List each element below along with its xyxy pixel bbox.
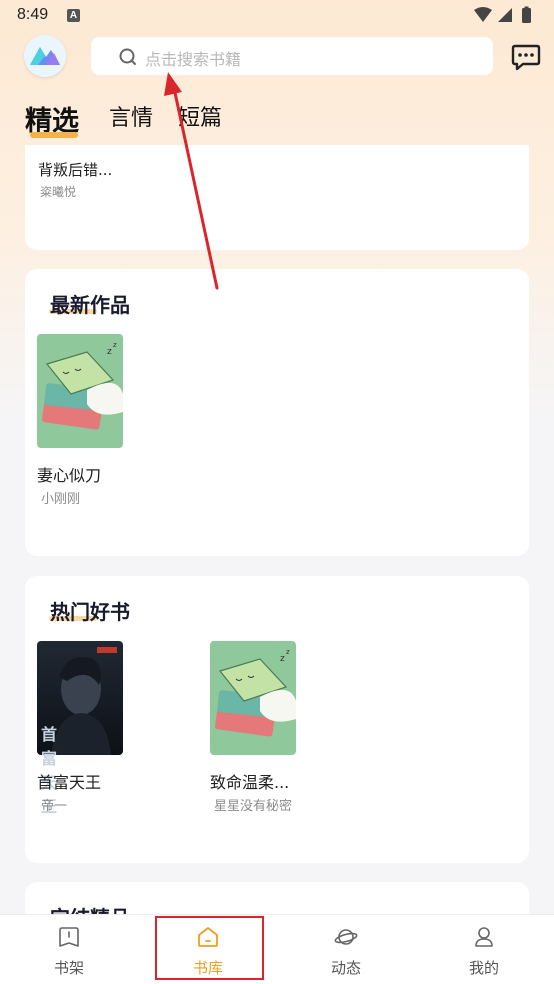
profile-icon: [472, 925, 496, 953]
book-title: 致命温柔...: [210, 773, 290, 792]
bookshelf-icon: [57, 925, 81, 953]
planet-icon: [334, 925, 358, 953]
section-title: 热门好书: [50, 600, 130, 624]
wifi-icon: [474, 7, 492, 22]
nav-label: 书架: [53, 959, 84, 977]
section-hot: 热门好书 首富天王 首富天王 帝一 z z 致命温柔... 星星没有秘密: [25, 576, 529, 863]
search-placeholder: 点击搜索书籍: [145, 50, 242, 69]
message-icon[interactable]: [511, 43, 541, 75]
nav-label: 我的: [468, 959, 499, 977]
status-icons: [472, 5, 542, 29]
book-title: 背叛后错...: [38, 161, 113, 179]
nav-label: 动态: [330, 959, 361, 977]
book-author: 帝一: [41, 799, 68, 814]
book-author: 小刚刚: [41, 492, 81, 507]
book-author: 粢曦悦: [40, 185, 77, 199]
status-bar: 8:49 A: [0, 0, 554, 32]
svg-text:z: z: [286, 648, 290, 656]
svg-text:z: z: [113, 341, 117, 349]
nav-bookshelf[interactable]: 书架: [14, 915, 124, 981]
avatar[interactable]: [24, 35, 66, 77]
svg-text:z: z: [107, 347, 112, 357]
book-title: 妻心似刀: [37, 466, 102, 485]
nav-feed[interactable]: 动态: [291, 915, 401, 981]
notification-badge: A: [67, 9, 80, 22]
top-book-card[interactable]: 背叛后错... 粢曦悦: [25, 145, 529, 250]
book-author: 星星没有秘密: [214, 799, 293, 814]
tab-short[interactable]: 短篇: [178, 100, 222, 132]
book-cover-placeholder: z z: [37, 334, 123, 448]
nav-mine[interactable]: 我的: [429, 915, 539, 981]
battery-icon: [522, 8, 531, 23]
book-cover-placeholder: z z: [210, 641, 296, 755]
book-title: 首富天王: [37, 773, 102, 792]
search-input[interactable]: 点击搜索书籍: [91, 37, 493, 75]
annotation-highlight-box: [155, 916, 264, 980]
tab-active-underline: [30, 132, 78, 138]
search-icon: [119, 48, 137, 70]
status-time: 8:49: [17, 6, 49, 23]
section-newest: 最新作品 z z 妻心似刀 小刚刚: [25, 269, 529, 556]
svg-text:z: z: [280, 654, 285, 664]
bottom-nav: 书架 书库 动态 我的: [0, 914, 554, 984]
tab-romance[interactable]: 言情: [109, 100, 153, 132]
signal-icon: [498, 8, 512, 22]
section-title: 最新作品: [50, 293, 130, 317]
